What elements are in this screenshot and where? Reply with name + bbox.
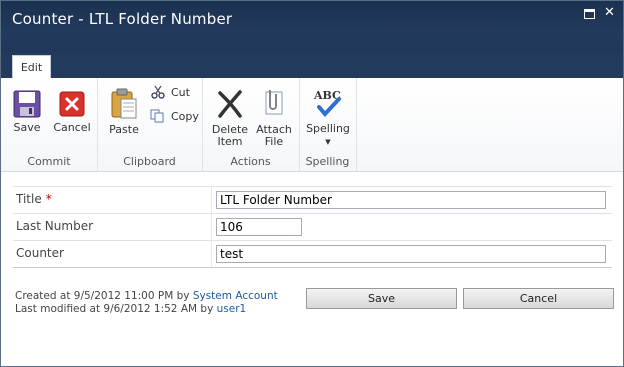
- group-label-spelling: Spelling: [305, 155, 350, 168]
- required-marker: *: [45, 192, 52, 206]
- ribbon-cancel-button[interactable]: Cancel: [53, 90, 91, 134]
- save-button[interactable]: Save: [306, 288, 457, 309]
- last-number-value-cell: [211, 214, 612, 240]
- created-info: Created at 9/5/2012 11:00 PM by System A…: [15, 290, 278, 303]
- field-label-title: Title *: [16, 192, 52, 206]
- field-label-last-number: Last Number: [16, 219, 94, 233]
- ribbon-delete-item-button[interactable]: Delete Item: [210, 88, 250, 148]
- group-label-clipboard: Clipboard: [123, 155, 176, 168]
- counter-value-cell: [211, 241, 612, 267]
- spelling-check-icon: ABC: [313, 89, 341, 117]
- title-label-text: Title: [16, 192, 42, 206]
- paste-label: Paste: [109, 123, 139, 136]
- modified-info: Last modified at 9/6/2012 1:52 AM by use…: [15, 303, 278, 316]
- close-icon[interactable]: ✕: [604, 6, 616, 19]
- ribbon-save-button[interactable]: Save: [10, 90, 44, 134]
- save-icon: [13, 90, 41, 118]
- ribbon-group-actions: Delete Item Attach File Actions: [202, 78, 300, 171]
- spelling-label: Spelling: [306, 122, 350, 135]
- copy-label: Copy: [171, 109, 199, 123]
- ribbon-tab-strip: [1, 53, 623, 78]
- maximize-icon[interactable]: [584, 9, 595, 19]
- group-label-commit: Commit: [27, 155, 71, 168]
- ribbon-group-clipboard: Paste Cut Copy Clipboard: [97, 78, 203, 171]
- counter-input[interactable]: [216, 245, 606, 263]
- tab-edit[interactable]: Edit: [12, 55, 51, 79]
- field-label-counter: Counter: [16, 246, 64, 260]
- group-label-actions: Actions: [230, 155, 271, 168]
- dialog-title: Counter - LTL Folder Number: [12, 10, 233, 28]
- cancel-button[interactable]: Cancel: [463, 288, 614, 309]
- ribbon-group-commit: Save Cancel Commit: [1, 78, 98, 171]
- ribbon-group-spelling: ABC Spelling ▼ Spelling: [299, 78, 357, 171]
- copy-icon: [150, 109, 164, 123]
- cut-label: Cut: [171, 85, 190, 99]
- form-row-last-number: Last Number: [13, 213, 612, 240]
- title-input[interactable]: [216, 191, 606, 209]
- last-number-input[interactable]: [216, 218, 302, 236]
- attach-label-line2: File: [264, 135, 284, 148]
- paste-icon: [111, 88, 137, 119]
- cancel-icon: [59, 91, 85, 117]
- delete-x-icon: [218, 90, 242, 118]
- ribbon: Save Cancel Commit Paste Cut Copy Clipbo…: [1, 78, 623, 172]
- scissors-icon: [151, 85, 165, 99]
- modified-by-link[interactable]: user1: [217, 303, 247, 315]
- ribbon-attach-file-button[interactable]: Attach File: [254, 88, 294, 148]
- ribbon-spelling-button[interactable]: ABC Spelling ▼: [305, 87, 351, 148]
- ribbon-cut-button[interactable]: Cut: [151, 85, 190, 99]
- modified-prefix: Last modified at 9/6/2012 1:52 AM by: [15, 303, 217, 315]
- form-row-counter: Counter: [13, 240, 612, 267]
- created-prefix: Created at 9/5/2012 11:00 PM by: [15, 290, 193, 302]
- ribbon-paste-button[interactable]: Paste: [106, 88, 142, 136]
- save-label: Save: [13, 121, 41, 134]
- form-bottom-divider: [13, 267, 612, 268]
- delete-label-line2: Item: [217, 135, 243, 148]
- dialog-window: Counter - LTL Folder Number ✕ Edit Save: [0, 0, 624, 367]
- item-metadata: Created at 9/5/2012 11:00 PM by System A…: [15, 290, 278, 316]
- chevron-down-icon: ▼: [325, 138, 331, 146]
- title-value-cell: [211, 187, 612, 213]
- paperclip-icon: [265, 90, 283, 115]
- form-row-title: Title *: [13, 186, 612, 213]
- ribbon-copy-button[interactable]: Copy: [150, 109, 199, 123]
- title-bar: Counter - LTL Folder Number ✕: [1, 1, 623, 53]
- cancel-label: Cancel: [53, 121, 91, 134]
- created-by-link[interactable]: System Account: [193, 290, 278, 302]
